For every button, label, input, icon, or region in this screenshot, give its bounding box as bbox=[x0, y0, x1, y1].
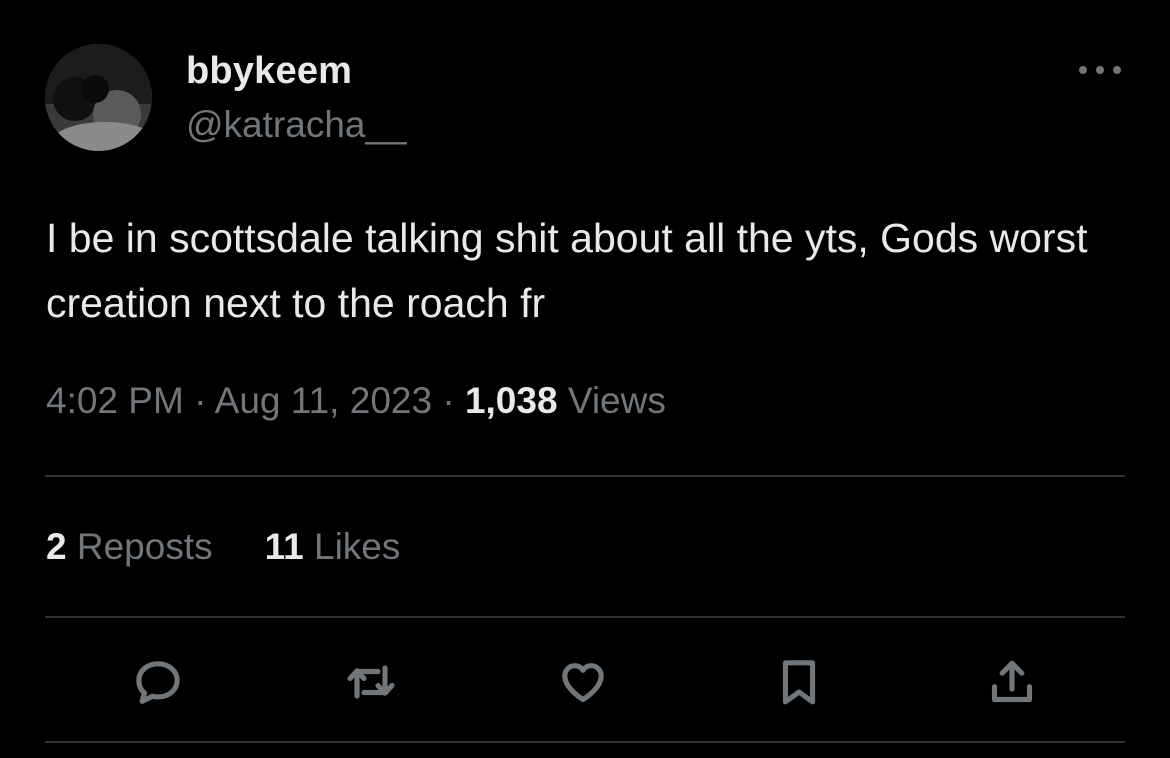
share-button[interactable] bbox=[982, 652, 1042, 712]
bookmark-button[interactable] bbox=[769, 652, 829, 712]
like-button[interactable] bbox=[553, 652, 613, 712]
divider bbox=[45, 741, 1125, 743]
like-icon bbox=[562, 663, 604, 703]
meta-separator: · bbox=[194, 380, 207, 421]
tweet-meta: 4:02 PM · Aug 11, 2023 · 1,038 Views bbox=[46, 380, 666, 422]
avatar[interactable] bbox=[45, 44, 152, 151]
reply-button[interactable] bbox=[128, 652, 188, 712]
share-icon bbox=[991, 660, 1033, 703]
views-label: Views bbox=[567, 380, 666, 421]
reposts-label: Reposts bbox=[76, 526, 213, 567]
engagement-stats: 2 Reposts 11 Likes bbox=[46, 526, 400, 568]
divider bbox=[45, 616, 1125, 618]
bookmark-icon bbox=[782, 660, 816, 705]
tweet-time[interactable]: 4:02 PM bbox=[46, 380, 184, 421]
divider bbox=[45, 475, 1125, 477]
reposts-count: 2 bbox=[46, 526, 67, 567]
display-name[interactable]: bbykeem bbox=[186, 50, 352, 93]
views-count: 1,038 bbox=[464, 380, 558, 421]
repost-icon bbox=[347, 665, 395, 699]
likes-count: 11 bbox=[264, 526, 304, 567]
avatar-image-icon bbox=[45, 44, 152, 151]
likes-label: Likes bbox=[314, 526, 401, 567]
tweet-text: I be in scottsdale talking shit about al… bbox=[46, 215, 1088, 326]
more-options-icon[interactable] bbox=[1077, 60, 1123, 80]
likes-stat[interactable]: 11 Likes bbox=[265, 526, 401, 567]
reposts-stat[interactable]: 2 Reposts bbox=[46, 526, 213, 567]
user-handle[interactable]: @katracha__ bbox=[186, 104, 407, 146]
tweet-date[interactable]: Aug 11, 2023 bbox=[215, 380, 432, 421]
repost-button[interactable] bbox=[341, 652, 401, 712]
reply-icon bbox=[136, 661, 180, 704]
meta-separator: · bbox=[442, 380, 455, 421]
